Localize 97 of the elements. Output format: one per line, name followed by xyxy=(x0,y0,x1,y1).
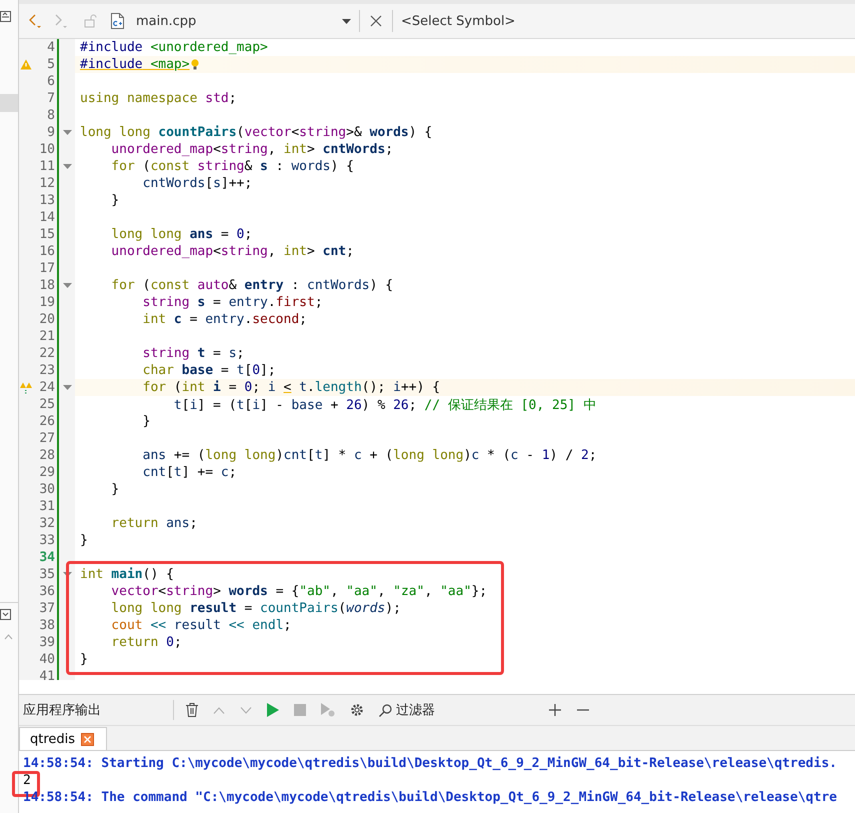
dropdown-caret-icon[interactable] xyxy=(342,18,351,24)
line-number: 35 xyxy=(39,567,55,582)
line-number: 16 xyxy=(39,244,55,259)
line-number: 32 xyxy=(39,516,55,531)
fold-arrow-icon[interactable] xyxy=(62,283,72,288)
file-name[interactable]: main.cpp xyxy=(136,14,336,28)
lightbulb-icon[interactable] xyxy=(190,59,199,70)
line-number: 5 xyxy=(47,57,55,72)
line-number: 37 xyxy=(39,601,55,616)
code-line: return 0; xyxy=(110,635,182,650)
code-line: for (int i = 0; i < t.length(); i++) { xyxy=(142,380,440,395)
line-number: 31 xyxy=(39,499,55,514)
code-line: for (const auto& entry : cntWords) { xyxy=(110,278,394,293)
line-number: 11 xyxy=(39,159,55,174)
code-line: string s = entry.first; xyxy=(142,295,323,310)
code-line: long long result = countPairs(words); xyxy=(110,601,401,616)
line-number: 38 xyxy=(39,618,55,633)
fold-arrow-icon[interactable] xyxy=(62,130,72,135)
chevron-up-icon[interactable] xyxy=(4,634,13,640)
line-number: 25 xyxy=(39,397,55,412)
symbol-selector[interactable]: <Select Symbol> xyxy=(401,14,516,28)
line-number: 13 xyxy=(39,193,55,208)
line-number: 23 xyxy=(39,363,55,378)
line-number: 39 xyxy=(39,635,55,650)
code-line: unordered_map<string, int> cnt; xyxy=(110,244,354,259)
line-number: 12 xyxy=(39,176,55,191)
line-number: 33 xyxy=(39,533,55,548)
fold-arrow-icon[interactable] xyxy=(62,385,72,390)
close-icon[interactable] xyxy=(81,732,94,746)
code-line: string t = s; xyxy=(142,346,244,361)
code-line: } xyxy=(110,482,120,497)
output-line: 14:58:54: Starting C:\mycode\mycode\qtredis\build\Desktop_Qt_6_9_2_MinGW_64_bit-Release\release\qtredis. xyxy=(22,756,837,771)
code-line: char base = t[0]; xyxy=(142,363,276,378)
line-number: 18 xyxy=(39,278,55,293)
line-number: 20 xyxy=(39,312,55,327)
lock-icon[interactable] xyxy=(83,14,97,28)
code-line: int c = entry.second; xyxy=(142,312,307,327)
close-icon[interactable] xyxy=(370,15,382,27)
line-number: 40 xyxy=(39,652,55,667)
filter-field[interactable]: 过滤器 xyxy=(396,702,536,718)
code-line: #include <map> xyxy=(80,57,190,72)
code-line: for (const string& s : words) { xyxy=(110,159,354,174)
code-line: long long countPairs(vector<string>& words) { xyxy=(80,125,432,140)
plus-icon[interactable] xyxy=(549,704,561,716)
code-line: unordered_map<string, int> cntWords; xyxy=(110,142,394,157)
line-number: 15 xyxy=(39,227,55,242)
code-line: cout << result << endl; xyxy=(110,618,292,633)
line-number: 14 xyxy=(39,210,55,225)
line-number: 30 xyxy=(39,482,55,497)
code-line: int main() { xyxy=(80,567,174,582)
line-number: 8 xyxy=(47,108,55,123)
code-line: t[i] = (t[i] - base + 26) % 26; // 保证结果在 [0, 25] 中 xyxy=(172,396,596,414)
code-line: ans += (long long)cnt[t] * c + (long long)c * (c - 1) / 2; xyxy=(142,448,597,463)
line-number: 22 xyxy=(39,346,55,361)
line-number: 7 xyxy=(47,91,55,106)
line-number: 6 xyxy=(47,74,55,89)
line-number: 29 xyxy=(39,465,55,480)
code-line: cnt[t] += c; xyxy=(142,465,237,480)
line-number: 19 xyxy=(39,295,55,310)
output-line: 14:58:54: The command "C:\mycode\mycode\qtredis\build\Desktop_Qt_6_9_2_MinGW_64_bit-Release\release\qtre xyxy=(22,790,837,805)
panel-icon[interactable] xyxy=(0,11,11,22)
line-number: 28 xyxy=(39,448,55,463)
code-line: #include <unordered_map> xyxy=(80,40,268,55)
code-line: cntWords[s]++; xyxy=(142,176,252,191)
line-number: 41 xyxy=(39,669,55,680)
code-line: } xyxy=(80,533,88,548)
trash-icon[interactable] xyxy=(186,703,198,717)
fold-arrow-icon[interactable] xyxy=(62,164,72,169)
line-number: 4 xyxy=(47,40,55,55)
dropdown-icon[interactable] xyxy=(0,609,11,620)
code-line: vector<string> words = {"ab", "aa", "za", "aa"}; xyxy=(110,584,488,599)
play-icon[interactable] xyxy=(267,703,279,717)
output-tab[interactable]: qtredis xyxy=(19,727,108,750)
line-number: 34 xyxy=(39,550,55,565)
output-line: 2 xyxy=(22,773,31,788)
settings-icon[interactable] xyxy=(350,703,364,717)
line-number: 17 xyxy=(39,261,55,276)
code-line: } xyxy=(80,652,88,667)
line-number: 10 xyxy=(39,142,55,157)
line-number: 27 xyxy=(39,431,55,446)
line-number: 21 xyxy=(39,329,55,344)
back-icon[interactable] xyxy=(27,13,43,29)
line-number: 26 xyxy=(39,414,55,429)
cpp-file-icon xyxy=(111,13,124,29)
code-line: } xyxy=(142,414,150,429)
code-line: using namespace std; xyxy=(80,91,237,106)
code-line: } xyxy=(110,193,120,208)
warning-icon[interactable] xyxy=(20,59,32,70)
warning-icon[interactable] xyxy=(20,382,32,394)
search-icon xyxy=(379,704,392,716)
line-number: 24 xyxy=(39,380,55,395)
line-number: 36 xyxy=(39,584,55,599)
code-line: long long ans = 0; xyxy=(110,227,252,242)
code-line: return ans; xyxy=(110,516,198,531)
tab-label[interactable]: qtredis xyxy=(30,732,76,746)
panel-title: 应用程序输出 xyxy=(23,702,102,719)
line-number: 9 xyxy=(47,125,55,140)
